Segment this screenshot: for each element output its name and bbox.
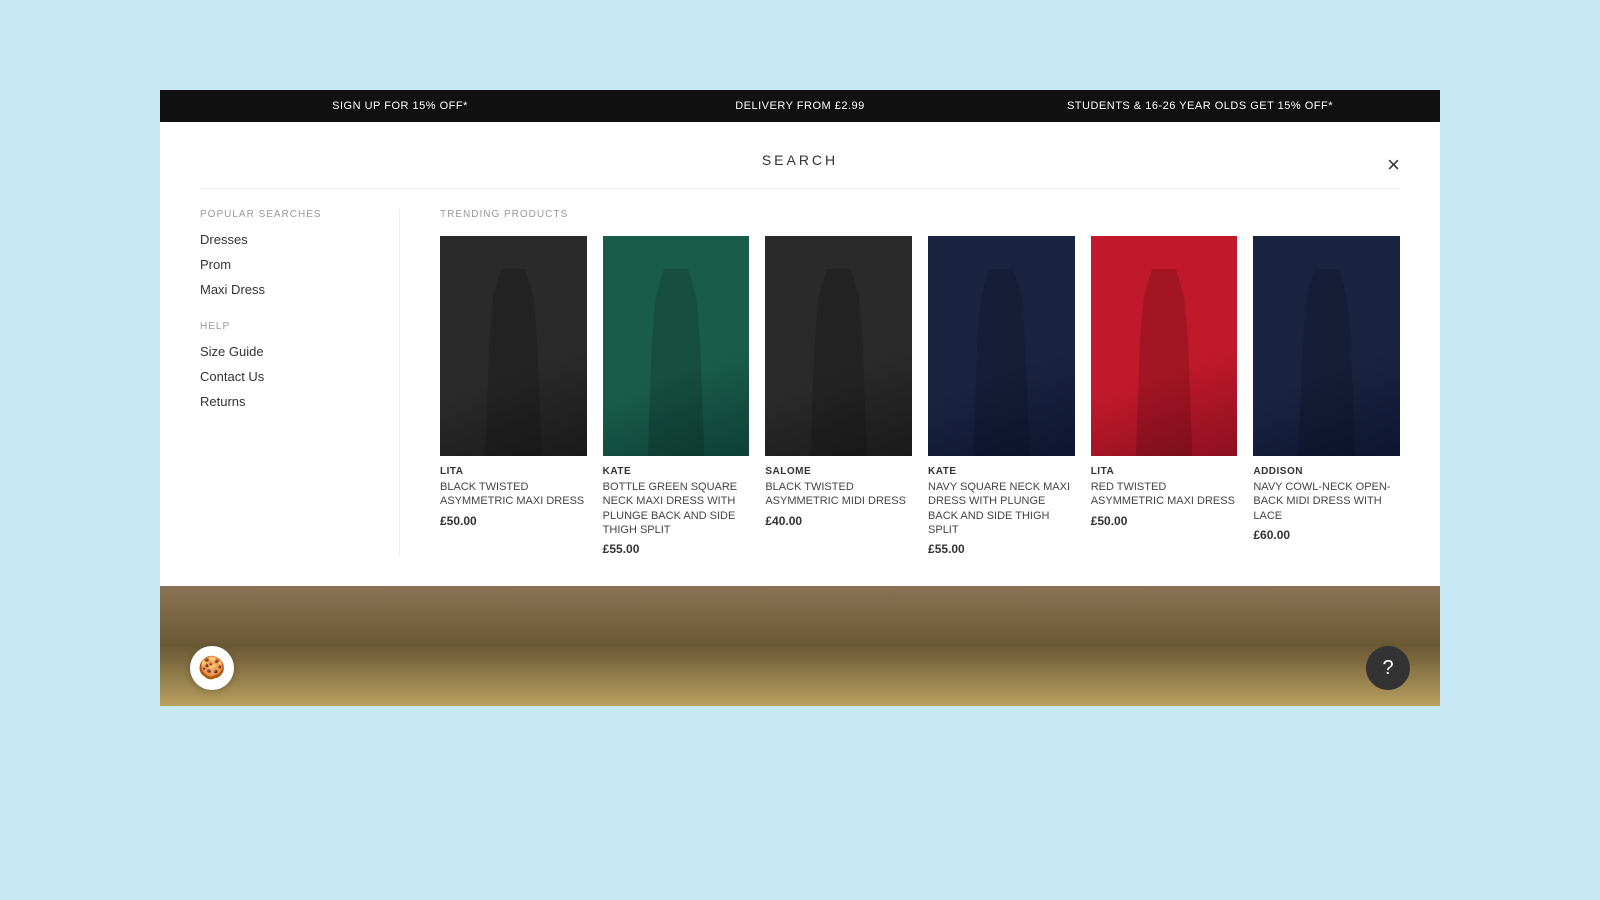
product-brand: KATE (928, 466, 1075, 477)
popular-searches-section: POPULAR SEARCHES Dresses Prom Maxi Dress (200, 209, 379, 297)
cookie-button[interactable]: 🍪 (190, 646, 234, 690)
product-card[interactable]: LITA BLACK TWISTED ASYMMETRIC MAXI DRESS £… (440, 236, 587, 556)
product-image (1091, 236, 1238, 456)
product-price: £50.00 (1091, 514, 1238, 528)
product-card[interactable]: ADDISON NAVY COWL-NECK OPEN-BACK MIDI DRE… (1253, 236, 1400, 556)
search-overlay: SEARCH × POPULAR SEARCHES Dresses Prom M… (160, 122, 1440, 586)
help-title: HELP (200, 321, 379, 332)
product-image (440, 236, 587, 456)
trending-products-title: TRENDING PRODUCTS (440, 209, 1400, 220)
product-image (928, 236, 1075, 456)
close-button[interactable]: × (1387, 154, 1400, 176)
product-brand: SALOME (765, 466, 912, 477)
product-card[interactable]: LITA RED TWISTED ASYMMETRIC MAXI DRESS £50… (1091, 236, 1238, 556)
product-price: £40.00 (765, 514, 912, 528)
product-price: £55.00 (928, 542, 1075, 556)
product-image (765, 236, 912, 456)
product-name: NAVY SQUARE NECK MAXI DRESS WITH PLUNGE … (928, 480, 1075, 537)
product-card[interactable]: SALOME BLACK TWISTED ASYMMETRIC MIDI DRES… (765, 236, 912, 556)
announcement-right: STUDENTS & 16-26 YEAR OLDS GET 15% OFF* (1000, 100, 1400, 112)
help-button[interactable]: ? (1366, 646, 1410, 690)
search-title: SEARCH (762, 152, 838, 168)
product-brand: LITA (440, 466, 587, 477)
announcement-left: SIGN UP FOR 15% OFF* (200, 100, 600, 112)
announcement-bar: SIGN UP FOR 15% OFF* DELIVERY FROM £2.99… (160, 90, 1440, 122)
product-image (603, 236, 750, 456)
product-image (1253, 236, 1400, 456)
product-price: £60.00 (1253, 528, 1400, 542)
page-wrapper: SIGN UP FOR 15% OFF* DELIVERY FROM £2.99… (160, 90, 1440, 706)
sidebar-link-size-guide[interactable]: Size Guide (200, 344, 379, 359)
product-brand: LITA (1091, 466, 1238, 477)
product-brand: ADDISON (1253, 466, 1400, 477)
sidebar-link-prom[interactable]: Prom (200, 257, 379, 272)
products-grid: LITA BLACK TWISTED ASYMMETRIC MAXI DRESS £… (440, 236, 1400, 556)
product-name: RED TWISTED ASYMMETRIC MAXI DRESS (1091, 480, 1238, 509)
products-section: TRENDING PRODUCTS LITA BLACK TWISTED ASYM… (440, 209, 1400, 556)
popular-searches-title: POPULAR SEARCHES (200, 209, 379, 220)
product-card[interactable]: KATE BOTTLE GREEN SQUARE NECK MAXI DRESS … (603, 236, 750, 556)
search-content: POPULAR SEARCHES Dresses Prom Maxi Dress… (200, 188, 1400, 556)
sidebar-link-contact-us[interactable]: Contact Us (200, 369, 379, 384)
search-sidebar: POPULAR SEARCHES Dresses Prom Maxi Dress… (200, 209, 400, 556)
background-page: 🍪 ? (160, 586, 1440, 706)
sidebar-link-maxi-dress[interactable]: Maxi Dress (200, 282, 379, 297)
product-card[interactable]: KATE NAVY SQUARE NECK MAXI DRESS WITH PLU… (928, 236, 1075, 556)
announcement-center: DELIVERY FROM £2.99 (600, 100, 1000, 112)
sidebar-link-dresses[interactable]: Dresses (200, 232, 379, 247)
product-brand: KATE (603, 466, 750, 477)
product-name: NAVY COWL-NECK OPEN-BACK MIDI DRESS WITH… (1253, 480, 1400, 523)
product-name: BLACK TWISTED ASYMMETRIC MIDI DRESS (765, 480, 912, 509)
product-price: £50.00 (440, 514, 587, 528)
help-section: HELP Size Guide Contact Us Returns (200, 321, 379, 409)
product-price: £55.00 (603, 542, 750, 556)
sidebar-link-returns[interactable]: Returns (200, 394, 379, 409)
search-header: SEARCH × (200, 142, 1400, 188)
product-name: BOTTLE GREEN SQUARE NECK MAXI DRESS WITH… (603, 480, 750, 537)
product-name: BLACK TWISTED ASYMMETRIC MAXI DRESS (440, 480, 587, 509)
